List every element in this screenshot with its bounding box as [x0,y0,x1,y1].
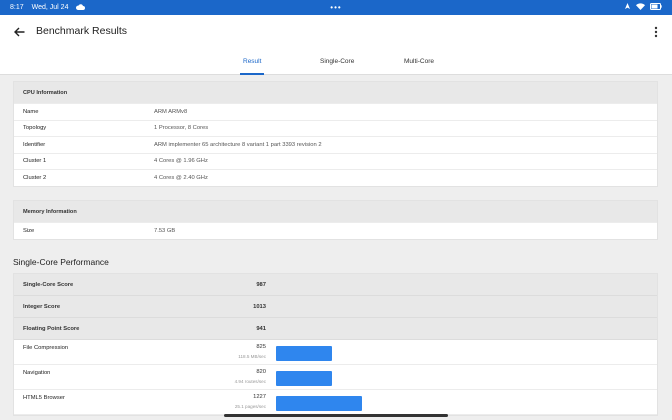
test-score: 1227 [253,394,266,400]
score-label: Single-Core Score [23,282,74,288]
score-bar [276,396,362,411]
row-label: Cluster 1 [23,158,47,165]
test-label: Navigation [23,370,51,376]
row-value: 7.53 GB [154,227,176,234]
cpu-row-topology: Topology 1 Processor, 8 Cores [14,119,657,137]
memory-information-header: Memory Information [14,201,657,222]
row-label: Topology [23,125,47,132]
row-value: 1 Processor, 8 Cores [154,125,209,132]
single-core-score-row: Single-Core Score 987 [14,274,657,296]
row-label: Size [23,227,35,234]
test-score: 820 [256,369,266,375]
test-label: File Compression [23,345,69,351]
score-value: 1013 [253,304,266,310]
memory-row-size: Size 7.53 GB [14,222,657,239]
wifi-icon [636,3,645,12]
more-vert-icon[interactable] [650,23,662,41]
location-icon [624,3,631,12]
test-throughput: 4.94 routes/sec [234,379,266,384]
row-label: Identifier [23,141,46,148]
single-core-performance-card: Single-Core Score 987 Integer Score 1013… [13,273,658,416]
integer-score-row: Integer Score 1013 [14,296,657,318]
floating-point-score-row: Floating Point Score 941 [14,318,657,340]
row-value: 4 Cores @ 1.96 GHz [154,158,208,165]
test-score: 825 [256,344,266,350]
memory-information-card: Memory Information Size 7.53 GB [13,200,658,240]
battery-icon [650,3,662,12]
row-value: 4 Cores @ 2.40 GHz [154,174,208,181]
row-value: ARM ARMv8 [154,108,188,115]
score-bar [276,346,332,361]
row-value: ARM implementer 65 architecture 8 varian… [154,141,322,148]
cpu-row-identifier: Identifier ARM implementer 65 architectu… [14,136,657,153]
tab-multi-core[interactable]: Multi-Core [404,49,434,75]
row-label: Cluster 2 [23,174,47,181]
test-throughput: 118.5 MB/sec [238,354,266,359]
results-content[interactable]: CPU Information Name ARM ARMv8 Topology … [0,75,672,420]
test-row-navigation: Navigation 820 4.94 routes/sec [14,365,657,390]
app-bar: Benchmark Results [0,15,672,49]
status-date: Wed, Jul 24 [31,4,69,11]
cpu-row-cluster-1: Cluster 1 4 Cores @ 1.96 GHz [14,152,657,170]
page-title: Benchmark Results [36,25,128,37]
test-row-file-compression: File Compression 825 118.5 MB/sec [14,340,657,365]
tab-single-core[interactable]: Single-Core [320,49,354,75]
test-row-html5-browser: HTML5 Browser 1227 25.1 pages/sec [14,390,657,415]
score-label: Floating Point Score [23,326,80,332]
score-value: 941 [256,326,266,332]
back-arrow-icon[interactable] [10,23,28,41]
cloud-icon [76,3,86,12]
score-bar [276,371,332,386]
cpu-row-name: Name ARM ARMv8 [14,103,657,120]
cpu-information-header: CPU Information [14,82,657,103]
cpu-information-card: CPU Information Name ARM ARMv8 Topology … [13,81,658,187]
single-core-performance-title: Single-Core Performance [13,257,109,267]
cpu-row-cluster-2: Cluster 2 4 Cores @ 2.40 GHz [14,169,657,186]
score-label: Integer Score [23,304,61,310]
tab-result[interactable]: Result [239,49,265,75]
status-center-dots: ••• [330,3,342,12]
status-bar: 8:17 Wed, Jul 24 ••• [0,0,672,15]
test-label: HTML5 Browser [23,395,65,401]
row-label: Name [23,108,39,115]
tab-bar: Result Single-Core Multi-Core [0,49,672,75]
home-indicator[interactable] [224,414,448,417]
score-value: 987 [256,282,266,288]
status-time: 8:17 [10,4,24,11]
test-throughput: 25.1 pages/sec [234,404,266,409]
